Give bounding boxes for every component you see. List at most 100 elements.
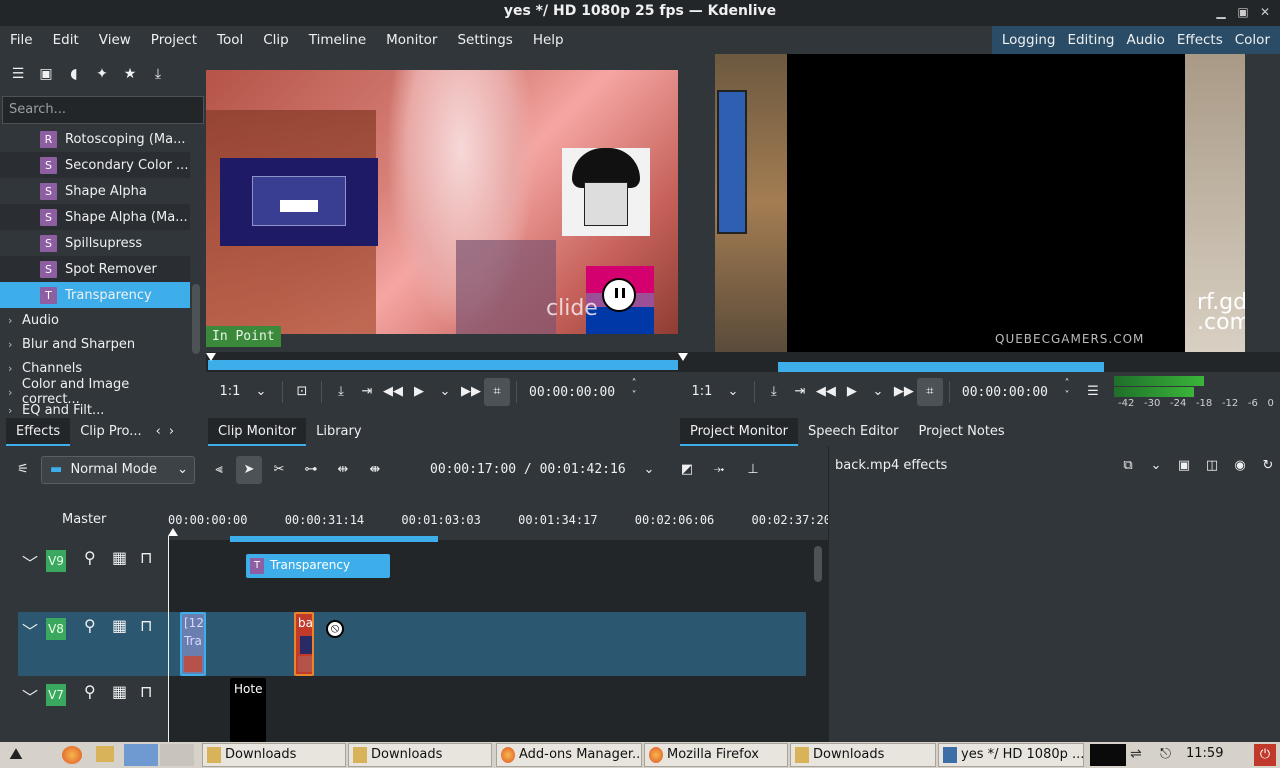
effect-category[interactable]: › Blur and Sharpen <box>0 332 190 356</box>
slide-tool-icon[interactable]: ⇼ <box>362 456 388 484</box>
menu-project[interactable]: Project <box>141 26 207 54</box>
project-monitor-video[interactable]: QUEBECGAMERS.COM rf.gd .com <box>715 54 1245 352</box>
lock-icon[interactable]: ⊓ <box>140 548 152 567</box>
effects-wand-icon[interactable]: ⚲ <box>84 682 96 701</box>
project-zoom-select[interactable]: 1:1 <box>686 378 718 406</box>
film-icon[interactable]: ▦ <box>112 548 127 567</box>
menu-view[interactable]: View <box>89 26 141 54</box>
effects-wand-icon[interactable]: ⚲ <box>84 548 96 567</box>
project-timecode[interactable]: 00:00:00:00 <box>956 385 1054 400</box>
tab-scroll-right-icon[interactable]: › <box>165 418 178 446</box>
chevron-down-icon[interactable]: ⌄ <box>1143 456 1169 476</box>
track-v7[interactable]: Hote <box>168 678 808 742</box>
tab-project-notes[interactable]: Project Notes <box>909 418 1015 446</box>
timeline-settings-icon[interactable]: ⚟ <box>10 456 36 484</box>
timeline-position[interactable]: 00:00:17:00 / 00:01:42:16 <box>424 462 632 477</box>
chevron-down-icon[interactable]: ⌄ <box>636 456 662 484</box>
film-icon[interactable]: ▦ <box>112 616 127 635</box>
spacer-tool-icon[interactable]: ⫷ <box>206 456 232 484</box>
razor-tool-icon[interactable]: ✂ <box>266 456 292 484</box>
tab-speech-editor[interactable]: Speech Editor <box>798 418 909 446</box>
reset-icon[interactable]: ↻ <box>1255 456 1280 476</box>
tab-scroll-left-icon[interactable]: ‹ <box>152 418 165 446</box>
effect-item[interactable]: S Spot Remover <box>0 256 190 282</box>
favorite-star-icon[interactable]: ★ <box>116 60 144 88</box>
track-v9[interactable]: T Transparency <box>168 540 808 604</box>
workspace-logging[interactable]: Logging <box>996 26 1062 54</box>
rewind-icon[interactable]: ◀◀ <box>813 378 839 406</box>
start-menu-icon[interactable]: ⛰ <box>2 744 30 766</box>
v8-clip-b[interactable]: ba <box>294 612 314 676</box>
chevron-down-icon[interactable]: ⌄ <box>718 378 748 406</box>
workspace-editing[interactable]: Editing <box>1061 26 1120 54</box>
eye-icon[interactable]: ◉ <box>1227 456 1253 476</box>
forward-icon[interactable]: ▶▶ <box>891 378 917 406</box>
slip-tool-icon[interactable]: ⇹ <box>330 456 356 484</box>
menu-help[interactable]: Help <box>523 26 574 54</box>
set-out-point-icon[interactable]: ⇥ <box>354 378 380 406</box>
save-effect-icon[interactable]: ▣ <box>1171 456 1197 476</box>
forward-icon[interactable]: ▶▶ <box>458 378 484 406</box>
workspace-effects[interactable]: Effects <box>1171 26 1229 54</box>
rewind-icon[interactable]: ◀◀ <box>380 378 406 406</box>
selection-tool-icon[interactable]: ➤ <box>236 456 262 484</box>
minimize-icon[interactable]: ▁ <box>1212 3 1230 21</box>
collapse-track-icon[interactable]: ﹀ <box>22 684 38 708</box>
tab-effects[interactable]: Effects <box>6 418 71 446</box>
project-monitor-ruler[interactable] <box>778 362 1104 372</box>
menu-file[interactable]: File <box>0 26 43 54</box>
taskbar-task[interactable]: Mozilla Firefox <box>644 743 788 767</box>
clip-monitor-ruler[interactable] <box>208 360 678 370</box>
timeline-ruler[interactable]: 00:00:00:00 00:00:31:14 00:01:03:03 00:01:3… <box>168 496 831 542</box>
composite-icon[interactable]: ◩ <box>674 456 700 484</box>
taskbar-task[interactable]: Downloads <box>348 743 492 767</box>
collapse-track-icon[interactable]: ﹀ <box>22 550 38 574</box>
timecode-spin-icon[interactable]: ˄ ˅ <box>621 378 647 406</box>
menu-settings[interactable]: Settings <box>447 26 522 54</box>
fit-frame-icon[interactable]: ⊡ <box>289 378 315 406</box>
clip-zoom-select[interactable]: 1:1 <box>214 378 246 406</box>
effect-item[interactable]: S Spillsupress <box>0 230 190 256</box>
menu-edit[interactable]: Edit <box>43 26 89 54</box>
custom-effects-icon[interactable]: ✦ <box>88 60 116 88</box>
collapse-track-icon[interactable]: ﹀ <box>22 618 38 642</box>
power-icon[interactable]: ⏻ <box>1254 744 1276 766</box>
taskbar-task[interactable]: Add-ons Manager... <box>496 743 642 767</box>
close-icon[interactable]: ✕ <box>1256 3 1274 21</box>
insert-icon[interactable]: ⤞ <box>706 456 732 484</box>
taskbar-task[interactable]: yes */ HD 1080p ... <box>938 743 1084 767</box>
v8-clip-a[interactable]: [12 Tra <box>180 612 206 676</box>
play-options-chevron-icon[interactable]: ⌄ <box>432 378 458 406</box>
desktop-2-icon[interactable] <box>160 744 194 766</box>
set-in-point-icon[interactable]: ⤓ <box>761 378 787 406</box>
split-compare-icon[interactable]: ◫ <box>1199 456 1225 476</box>
set-in-point-icon[interactable]: ⤓ <box>328 378 354 406</box>
tab-library[interactable]: Library <box>306 418 371 446</box>
network-icon[interactable]: ⇌ <box>1130 746 1150 764</box>
browser-launcher-icon[interactable] <box>62 746 82 764</box>
ripple-tool-icon[interactable]: ⊶ <box>298 456 324 484</box>
effect-item[interactable]: R Rotoscoping (Ma... <box>0 126 190 152</box>
hamburger-menu-icon[interactable]: ☰ <box>1080 378 1106 406</box>
effect-item[interactable]: S Shape Alpha <box>0 178 190 204</box>
clock[interactable]: 11:59 <box>1186 746 1223 761</box>
film-icon[interactable]: ▦ <box>112 682 127 701</box>
menu-clip[interactable]: Clip <box>253 26 299 54</box>
effect-category[interactable]: › Audio <box>0 308 190 332</box>
effect-category[interactable]: › Color and Image correct... <box>0 377 190 407</box>
timeline-vscrollbar[interactable] <box>814 546 822 582</box>
audio-effects-icon[interactable]: ◖ <box>60 60 88 88</box>
play-icon[interactable]: ▶ <box>839 378 865 406</box>
workspace-color[interactable]: Color <box>1229 26 1276 54</box>
set-out-point-icon[interactable]: ⇥ <box>787 378 813 406</box>
tab-clip-monitor[interactable]: Clip Monitor <box>208 418 307 446</box>
crop-icon[interactable]: ⌗ <box>484 378 510 406</box>
menu-timeline[interactable]: Timeline <box>299 26 376 54</box>
files-launcher-icon[interactable] <box>96 746 114 762</box>
effects-wand-icon[interactable]: ⚲ <box>84 616 96 635</box>
track-v8[interactable]: [12 Tra ba ⦸ <box>168 612 808 676</box>
play-options-chevron-icon[interactable]: ⌄ <box>865 378 891 406</box>
logout-icon[interactable]: ⎋ <box>1160 746 1180 764</box>
desktop-1-icon[interactable] <box>124 744 158 766</box>
effect-item[interactable]: S Secondary Color ... <box>0 152 190 178</box>
